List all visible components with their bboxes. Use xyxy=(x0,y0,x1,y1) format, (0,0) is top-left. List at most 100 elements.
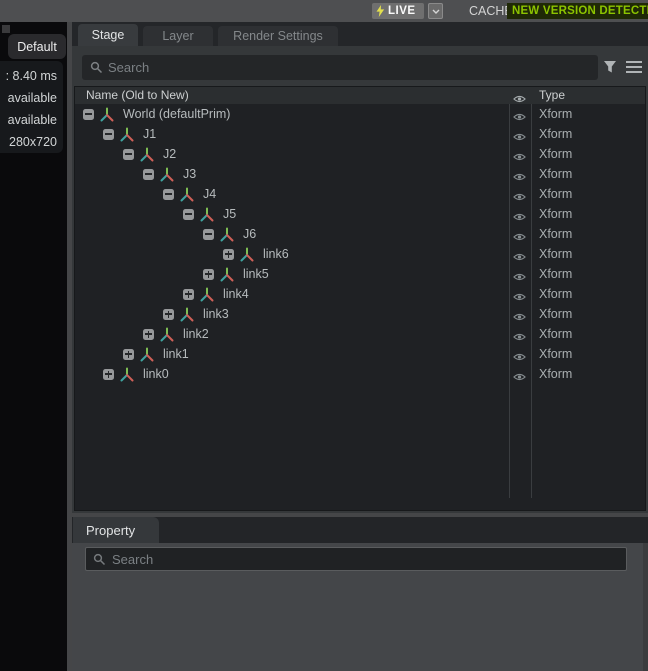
viewport-default-tab[interactable]: Default xyxy=(8,34,66,59)
prim-type-label: Xform xyxy=(539,204,572,224)
tab-layer[interactable]: Layer xyxy=(143,26,213,46)
xform-axis-icon xyxy=(134,147,154,162)
property-search-box xyxy=(85,547,627,571)
xform-axis-icon xyxy=(234,247,254,262)
options-menu-icon[interactable] xyxy=(626,61,642,73)
prim-type-label: Xform xyxy=(539,284,572,304)
collapse-toggle-icon[interactable] xyxy=(143,169,154,180)
prim-type-label: Xform xyxy=(539,104,572,124)
type-column-header: Type xyxy=(539,87,565,104)
prim-type-label: Xform xyxy=(539,184,572,204)
tree-row[interactable]: link3 Xform xyxy=(75,304,645,324)
tree-row[interactable]: link2Xform xyxy=(75,324,645,344)
prim-name-label: J6 xyxy=(243,227,256,241)
prim-name-label: link0 xyxy=(143,367,169,381)
scrollbar-gutter[interactable] xyxy=(643,543,648,671)
prim-type-label: Xform xyxy=(539,344,572,364)
stage-search-input[interactable] xyxy=(82,55,598,80)
prim-name-label: link4 xyxy=(223,287,249,301)
top-bar: LIVE CACHE: NEW VERSION DETECTED xyxy=(0,0,648,22)
collapse-toggle-icon[interactable] xyxy=(103,129,114,140)
cache-status-badge: NEW VERSION DETECTED xyxy=(507,3,648,19)
prim-name-label: J5 xyxy=(223,207,236,221)
tree-row[interactable]: link5 Xform xyxy=(75,264,645,284)
prim-type-label: Xform xyxy=(539,264,572,284)
xform-axis-icon xyxy=(214,267,234,282)
tree-row[interactable]: link4 Xform xyxy=(75,284,645,304)
tree-row[interactable]: J2Xform xyxy=(75,144,645,164)
collapse-toggle-icon[interactable] xyxy=(203,229,214,240)
stat-line: : 8.40 ms xyxy=(0,65,57,87)
collapse-toggle-icon[interactable] xyxy=(123,149,134,160)
xform-axis-icon xyxy=(214,227,234,242)
xform-axis-icon xyxy=(194,207,214,222)
tree-row[interactable]: link1 Xform xyxy=(75,344,645,364)
prim-type-label: Xform xyxy=(539,324,572,344)
expand-toggle-icon[interactable] xyxy=(203,269,214,280)
live-dropdown-button[interactable] xyxy=(428,3,443,19)
xform-axis-icon xyxy=(134,347,154,362)
chevron-down-icon xyxy=(432,9,440,14)
prim-type-label: Xform xyxy=(539,364,572,384)
prim-name-label: J4 xyxy=(203,187,216,201)
collapse-toggle-icon[interactable] xyxy=(163,189,174,200)
tree-row[interactable]: link6 Xform xyxy=(75,244,645,264)
stat-line: available xyxy=(0,87,57,109)
expand-toggle-icon[interactable] xyxy=(143,329,154,340)
expand-toggle-icon[interactable] xyxy=(103,369,114,380)
stage-search-box xyxy=(82,55,598,80)
stat-line: 280x720 xyxy=(0,131,57,153)
stage-tab-bar: Stage Layer Render Settings xyxy=(72,22,648,46)
stat-line: available xyxy=(0,109,57,131)
tab-stage[interactable]: Stage xyxy=(78,24,138,46)
tab-render-settings[interactable]: Render Settings xyxy=(218,26,338,46)
tree-rows: World (defaultPrim)XformJ1XformJ2XformJ3… xyxy=(75,104,645,384)
prim-name-label: J3 xyxy=(183,167,196,181)
prim-name-label: J1 xyxy=(143,127,156,141)
tree-row[interactable]: J4 Xform xyxy=(75,184,645,204)
prim-name-label: World (defaultPrim) xyxy=(123,107,230,121)
property-panel: Property xyxy=(72,517,648,671)
prim-type-label: Xform xyxy=(539,144,572,164)
expand-toggle-icon[interactable] xyxy=(223,249,234,260)
prim-name-label: link3 xyxy=(203,307,229,321)
prim-name-label: link1 xyxy=(163,347,189,361)
toolbar-fragment xyxy=(2,25,10,33)
prim-name-label: link6 xyxy=(263,247,289,261)
prim-type-label: Xform xyxy=(539,244,572,264)
tree-row[interactable]: J6 Xform xyxy=(75,224,645,244)
filter-icon[interactable] xyxy=(602,59,619,75)
tree-row[interactable]: J1 Xform xyxy=(75,124,645,144)
prim-type-label: Xform xyxy=(539,304,572,324)
tree-row[interactable]: J3 Xform xyxy=(75,164,645,184)
xform-axis-icon xyxy=(154,167,174,182)
prim-type-label: Xform xyxy=(539,124,572,144)
xform-axis-icon xyxy=(114,367,134,382)
prim-type-label: Xform xyxy=(539,224,572,244)
property-tab-bar: Property xyxy=(72,517,648,543)
prim-type-label: Xform xyxy=(539,164,572,184)
expand-toggle-icon[interactable] xyxy=(183,289,194,300)
collapse-toggle-icon[interactable] xyxy=(183,209,194,220)
tree-row[interactable]: World (defaultPrim) Xform xyxy=(75,104,645,124)
expand-toggle-icon[interactable] xyxy=(123,349,134,360)
xform-axis-icon xyxy=(154,327,174,342)
property-search-input[interactable] xyxy=(85,547,627,571)
collapse-toggle-icon[interactable] xyxy=(83,109,94,120)
viewport-stats-box: : 8.40 ms available available 280x720 xyxy=(0,61,63,153)
tree-row[interactable]: link0 Xform xyxy=(75,364,645,384)
name-column-header[interactable]: Name (Old to New) xyxy=(86,87,189,104)
viewport-fragment: Default : 8.40 ms available available 28… xyxy=(0,22,67,671)
prim-name-label: link5 xyxy=(243,267,269,281)
xform-axis-icon xyxy=(174,187,194,202)
xform-axis-icon xyxy=(114,127,134,142)
live-button[interactable]: LIVE xyxy=(372,3,424,19)
lightning-bolt-icon xyxy=(376,5,385,17)
stage-panel: Stage Layer Render Settings Name (Old to… xyxy=(72,22,648,513)
tab-property[interactable]: Property xyxy=(73,517,159,543)
tree-row[interactable]: J5 Xform xyxy=(75,204,645,224)
live-button-label: LIVE xyxy=(388,5,416,17)
xform-axis-icon xyxy=(94,107,114,122)
visibility-eye-icon[interactable] xyxy=(513,369,526,387)
expand-toggle-icon[interactable] xyxy=(163,309,174,320)
